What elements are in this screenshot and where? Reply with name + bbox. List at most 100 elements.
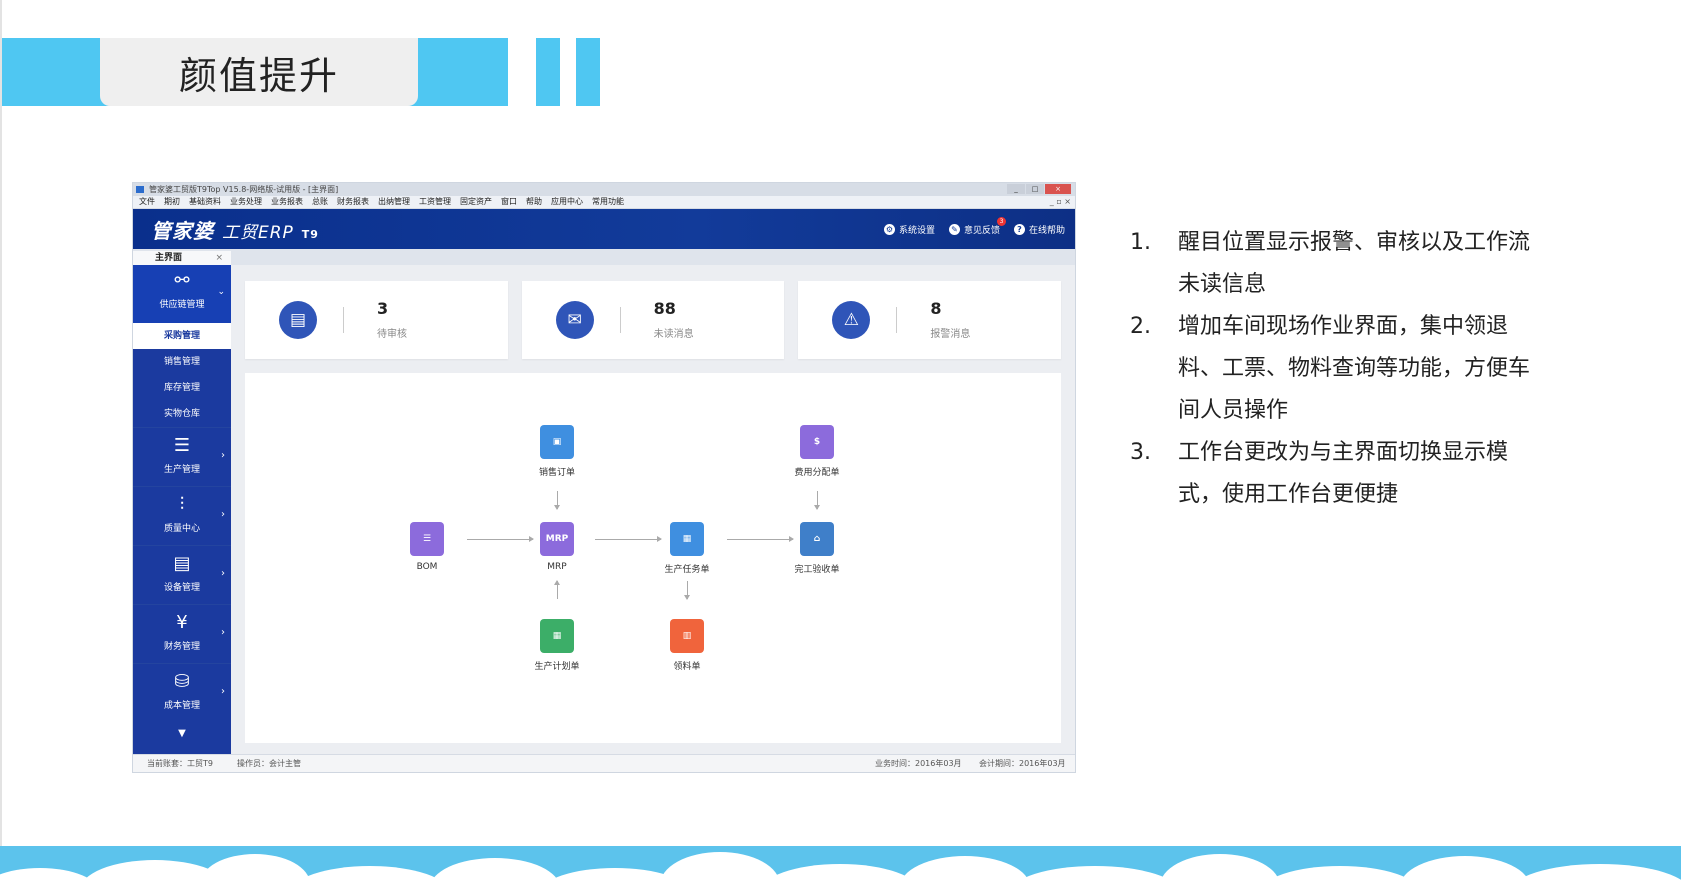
status-operator: 操作员：会计主管 bbox=[237, 759, 301, 768]
acceptance-icon: ⌂ bbox=[800, 522, 834, 556]
decor-bar-1 bbox=[536, 38, 560, 106]
audit-icon: ▤ bbox=[279, 301, 317, 339]
help-button[interactable]: ? 在线帮助 bbox=[1013, 223, 1065, 236]
cloud bbox=[1400, 856, 1530, 891]
flow-diagram: ▣ 销售订单 $ 费用分配单 ☰ BOM MRP MRP ▦ 生产任务单 ⌂ 完… bbox=[245, 373, 1061, 743]
help-icon: ? bbox=[1013, 224, 1025, 235]
mdi-controls[interactable]: _ ▫ × bbox=[1050, 196, 1071, 208]
node-mrp[interactable]: MRP MRP bbox=[497, 522, 617, 572]
menu-bar: 文件 期初 基础资料 业务处理 业务报表 总账 财务报表 出纳管理 工资管理 固… bbox=[133, 196, 1075, 209]
cloud-footer bbox=[0, 846, 1681, 891]
tab-close-icon[interactable]: × bbox=[215, 251, 223, 265]
card-unread-messages[interactable]: ✉ 88 未读消息 bbox=[521, 281, 785, 359]
menu-item[interactable]: 工资管理 bbox=[419, 196, 451, 208]
sliders-icon: ☰ bbox=[173, 435, 191, 456]
menu-item[interactable]: 基础资料 bbox=[189, 196, 221, 208]
cloud bbox=[1260, 866, 1420, 891]
flow-arrow bbox=[554, 491, 560, 510]
sidebar-item-cost[interactable]: ⛁ 成本管理 › bbox=[133, 663, 231, 722]
menu-item[interactable]: 帮助 bbox=[526, 196, 542, 208]
card-count: 8 bbox=[930, 299, 942, 318]
menu-item[interactable]: 出纳管理 bbox=[378, 196, 410, 208]
window-title: 管家婆工贸版T9Top V15.8-网络版-试用版 - [主界面] bbox=[149, 185, 339, 194]
settings-label: 系统设置 bbox=[898, 226, 935, 236]
node-completion-acceptance[interactable]: ⌂ 完工验收单 bbox=[757, 522, 877, 575]
settings-button[interactable]: ⚙ 系统设置 bbox=[883, 223, 935, 236]
node-bom[interactable]: ☰ BOM bbox=[367, 522, 487, 572]
database-icon: ⛁ bbox=[174, 671, 190, 692]
note-number: 3. bbox=[1130, 440, 1151, 465]
card-alarm-messages[interactable]: ⚠ 8 报警消息 bbox=[798, 281, 1062, 359]
menu-item[interactable]: 期初 bbox=[164, 196, 180, 208]
production-plan-icon: ▦ bbox=[540, 619, 574, 653]
sidebar-group-label: 供应链管理 bbox=[159, 300, 205, 310]
network-icon: ⚯ bbox=[174, 270, 190, 291]
cloud bbox=[1010, 866, 1180, 891]
cloud bbox=[290, 866, 450, 891]
decor-bar-2 bbox=[576, 38, 600, 106]
sidebar-item-quality[interactable]: ⫶ 质量中心 › bbox=[133, 486, 231, 545]
node-production-plan[interactable]: ▦ 生产计划单 bbox=[497, 619, 617, 672]
sidebar-item-purchase[interactable]: 采购管理 bbox=[133, 323, 231, 349]
card-count: 3 bbox=[377, 299, 389, 318]
close-button[interactable]: × bbox=[1045, 184, 1071, 194]
card-divider bbox=[896, 307, 898, 333]
node-material-requisition[interactable]: ▥ 领料单 bbox=[627, 619, 747, 672]
sidebar-item-sales[interactable]: 销售管理 bbox=[133, 349, 231, 375]
cloud bbox=[1510, 864, 1681, 891]
mail-icon: ✉ bbox=[555, 301, 594, 339]
flow-arrow bbox=[814, 491, 820, 510]
menu-item[interactable]: 业务处理 bbox=[230, 196, 262, 208]
feedback-label: 意见反馈 bbox=[963, 226, 1000, 236]
node-label: MRP bbox=[547, 562, 567, 572]
node-label: 完工验收单 bbox=[794, 565, 840, 575]
flow-arrow bbox=[467, 536, 534, 542]
sidebar-item-label: 生产管理 bbox=[163, 465, 200, 475]
menu-item[interactable]: 总账 bbox=[312, 196, 328, 208]
sidebar-item-inventory[interactable]: 库存管理 bbox=[133, 375, 231, 401]
cloud bbox=[430, 858, 560, 891]
sidebar-item-label: 成本管理 bbox=[163, 701, 200, 711]
sidebar-item-production[interactable]: ☰ 生产管理 › bbox=[133, 427, 231, 486]
menu-item[interactable]: 常用功能 bbox=[592, 196, 624, 208]
node-production-task[interactable]: ▦ 生产任务单 bbox=[627, 522, 747, 575]
note-item: 3. 工作台更改为与主界面切换显示模式，使用工作台更便捷 bbox=[1130, 432, 1530, 516]
tab-main[interactable]: 主界面 × bbox=[133, 251, 231, 265]
maximize-button[interactable]: □ bbox=[1026, 184, 1044, 194]
brand-edition: T9 bbox=[301, 228, 319, 241]
tab-label: 主界面 bbox=[155, 253, 183, 263]
minimize-button[interactable]: _ bbox=[1007, 184, 1025, 194]
brand-bar: 管家婆 工贸ERP T9 ⚙ 系统设置 ✎ 意见反馈 3 ? 在线帮助 bbox=[133, 209, 1075, 249]
sidebar-item-label: 设备管理 bbox=[163, 583, 200, 593]
node-cost-allocation[interactable]: $ 费用分配单 bbox=[757, 425, 877, 478]
sidebar-item-warehouse[interactable]: 实物仓库 bbox=[133, 401, 231, 427]
node-sales-order[interactable]: ▣ 销售订单 bbox=[497, 425, 617, 478]
node-label: 销售订单 bbox=[538, 468, 575, 478]
note-item: 1. 醒目位置显示报警、审核以及工作流未读信息 bbox=[1130, 222, 1530, 306]
node-label: 领料单 bbox=[673, 662, 701, 672]
menu-item[interactable]: 财务报表 bbox=[337, 196, 369, 208]
sidebar-item-equipment[interactable]: ▤ 设备管理 › bbox=[133, 545, 231, 604]
note-text: 增加车间现场作业界面，集中领退料、工票、物料查询等功能，方便车间人员操作 bbox=[1178, 314, 1531, 423]
menu-item[interactable]: 业务报表 bbox=[271, 196, 303, 208]
server-icon: ▤ bbox=[173, 553, 191, 574]
menu-item[interactable]: 文件 bbox=[139, 196, 155, 208]
brand-logo: 管家婆 工贸ERP T9 bbox=[151, 215, 319, 244]
finance-icon: ¥ bbox=[176, 612, 188, 633]
feedback-button[interactable]: ✎ 意见反馈 3 bbox=[948, 217, 1006, 236]
card-pending-audit[interactable]: ▤ 3 待审核 bbox=[245, 281, 508, 359]
menu-item[interactable]: 窗口 bbox=[501, 196, 517, 208]
status-accounting-period: 会计期间：2016年03月 bbox=[979, 759, 1066, 768]
left-border bbox=[0, 0, 2, 891]
feature-notes: 1. 醒目位置显示报警、审核以及工作流未读信息 2. 增加车间现场作业界面，集中领退… bbox=[1130, 222, 1530, 516]
sidebar-item-finance[interactable]: ¥ 财务管理 › bbox=[133, 604, 231, 663]
menu-item[interactable]: 固定资产 bbox=[460, 196, 492, 208]
sidebar-more-button[interactable]: ▼ bbox=[133, 722, 231, 739]
status-bar: 当前账套：工贸T9 操作员：会计主管 业务时间：2016年03月 会计期间：20… bbox=[133, 754, 1075, 772]
menu-item[interactable]: 应用中心 bbox=[551, 196, 583, 208]
bom-icon: ☰ bbox=[410, 522, 444, 556]
sidebar-group-supply-chain[interactable]: ⚯ 供应链管理 ⌄ bbox=[133, 265, 231, 323]
flow-arrow bbox=[595, 536, 662, 542]
flow-arrow bbox=[684, 581, 690, 600]
tab-strip: 主界面 × bbox=[133, 249, 1075, 266]
